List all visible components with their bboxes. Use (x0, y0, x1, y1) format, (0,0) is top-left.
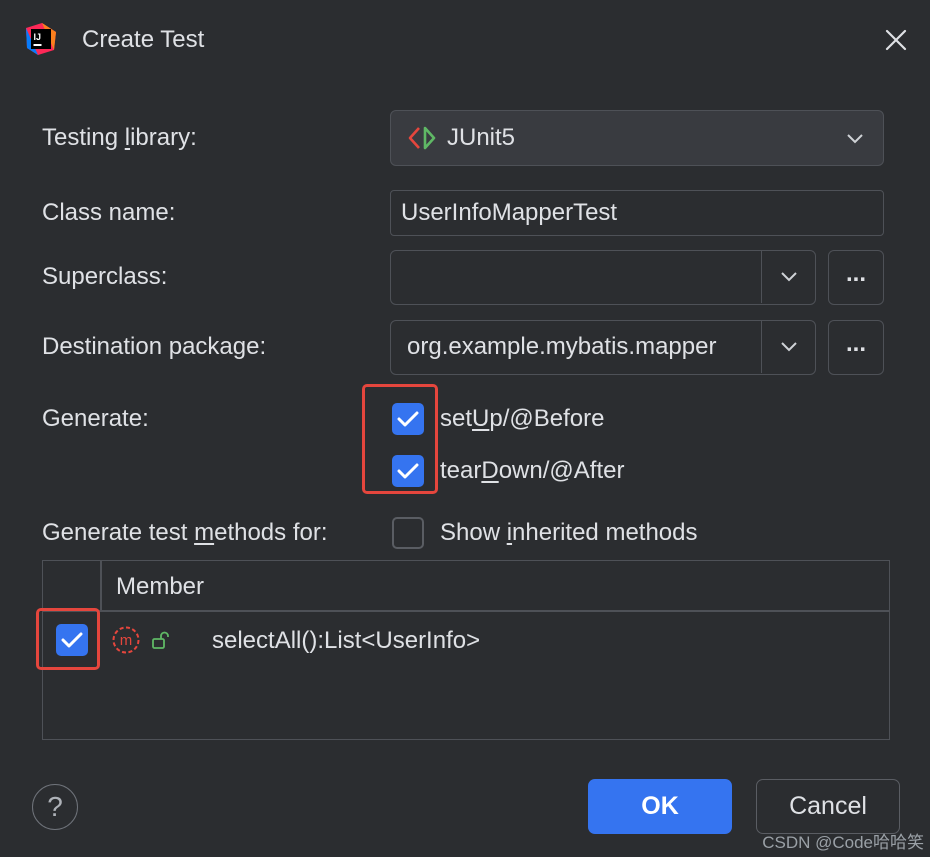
svg-text:m: m (120, 632, 133, 649)
superclass-combo[interactable] (390, 250, 816, 305)
destination-package-combo[interactable]: org.example.mybatis.mapper (390, 320, 816, 375)
chevron-down-icon (841, 125, 869, 153)
destination-package-dropdown-button[interactable] (761, 321, 815, 373)
setup-checkbox[interactable] (392, 403, 424, 435)
help-button[interactable]: ? (32, 784, 78, 830)
member-column-header: Member (116, 573, 205, 600)
junit-icon (407, 125, 437, 156)
window-title: Create Test (82, 26, 205, 53)
help-icon: ? (47, 791, 63, 822)
svg-text:IJ: IJ (34, 32, 42, 42)
member-name: selectAll():List<UserInfo> (212, 627, 481, 654)
teardown-checkbox[interactable] (392, 455, 424, 487)
superclass-dropdown-button[interactable] (761, 251, 815, 303)
class-name-label: Class name: (42, 199, 176, 226)
testing-library-select[interactable]: JUnit5 (390, 110, 884, 166)
close-icon (885, 29, 907, 51)
methods-for-label: Generate test methods for: (42, 519, 328, 546)
watermark: CSDN @Code哈哈笑 (762, 833, 924, 852)
public-access-icon (150, 630, 170, 655)
class-name-input[interactable]: UserInfoMapperTest (390, 190, 884, 236)
setup-label: setUp/@Before (440, 405, 605, 432)
destination-package-value: org.example.mybatis.mapper (407, 333, 717, 360)
destination-package-browse-button[interactable]: ... (828, 320, 884, 375)
testing-library-label: Testing library: (42, 124, 197, 151)
generate-label: Generate: (42, 405, 149, 432)
checkmark-icon (61, 632, 83, 648)
close-button[interactable] (878, 22, 914, 58)
superclass-browse-button[interactable]: ... (828, 250, 884, 305)
checkmark-icon (397, 463, 419, 479)
show-inherited-label: Show inherited methods (440, 519, 698, 546)
table-header-separator (100, 561, 102, 611)
member-row-checkbox[interactable] (56, 624, 88, 656)
method-icon: m (110, 624, 142, 661)
destination-package-label: Destination package: (42, 333, 267, 360)
superclass-label: Superclass: (42, 263, 168, 290)
teardown-label: tearDown/@After (440, 457, 625, 484)
ok-button[interactable]: OK (588, 779, 732, 834)
show-inherited-checkbox[interactable] (392, 517, 424, 549)
chevron-down-icon (780, 272, 797, 282)
cancel-button[interactable]: Cancel (756, 779, 900, 834)
chevron-down-icon (780, 342, 797, 352)
intellij-idea-icon: IJ (24, 22, 58, 56)
class-name-value: UserInfoMapperTest (401, 199, 618, 226)
testing-library-value: JUnit5 (447, 124, 516, 151)
checkmark-icon (397, 411, 419, 427)
